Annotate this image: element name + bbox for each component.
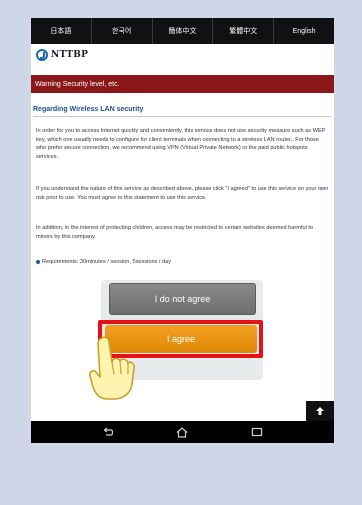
lang-tab-traditional-chinese[interactable]: 繁體中文 xyxy=(213,18,275,44)
lang-tab-english[interactable]: English xyxy=(274,18,334,44)
home-button[interactable] xyxy=(172,425,192,439)
paragraph-security: In order for you to access Internet quic… xyxy=(36,128,326,160)
requirements-text: Requirements: 30minutes / session, 5sess… xyxy=(42,259,172,265)
scroll-top-button[interactable] xyxy=(306,401,334,421)
home-icon xyxy=(177,426,188,438)
logo-text: NTTBP xyxy=(51,50,89,60)
section-title: Regarding Wireless LAN security xyxy=(33,106,331,117)
back-icon xyxy=(103,427,114,436)
bullet-icon xyxy=(36,260,40,264)
logo: NTTBP xyxy=(31,44,334,66)
warning-banner: Warning Security level, etc. xyxy=(31,75,334,93)
phone-screen: 日本語 한국어 簡体中文 繁體中文 English NTTBP Warning … xyxy=(31,18,334,443)
language-bar: 日本語 한국어 簡体中文 繁體中文 English xyxy=(31,18,334,44)
lang-tab-korean[interactable]: 한국어 xyxy=(92,18,153,44)
pointing-hand-icon xyxy=(89,336,135,400)
recent-apps-button[interactable] xyxy=(247,425,267,439)
nttbp-logo-icon xyxy=(36,49,48,61)
requirements: Requirements: 30minutes / session, 5sess… xyxy=(36,259,171,265)
android-nav-bar xyxy=(31,421,334,443)
back-button[interactable] xyxy=(98,425,118,439)
recent-apps-icon xyxy=(251,427,262,437)
lang-tab-simplified-chinese[interactable]: 簡体中文 xyxy=(153,18,214,44)
paragraph-agreement: If you understand the nature of this ser… xyxy=(36,186,329,201)
disagree-button[interactable]: I do not agree xyxy=(109,283,256,315)
paragraph-restriction: In addition, in the interest of protecti… xyxy=(36,225,314,240)
arrow-up-icon xyxy=(316,407,324,415)
lang-tab-japanese[interactable]: 日本語 xyxy=(31,18,92,44)
